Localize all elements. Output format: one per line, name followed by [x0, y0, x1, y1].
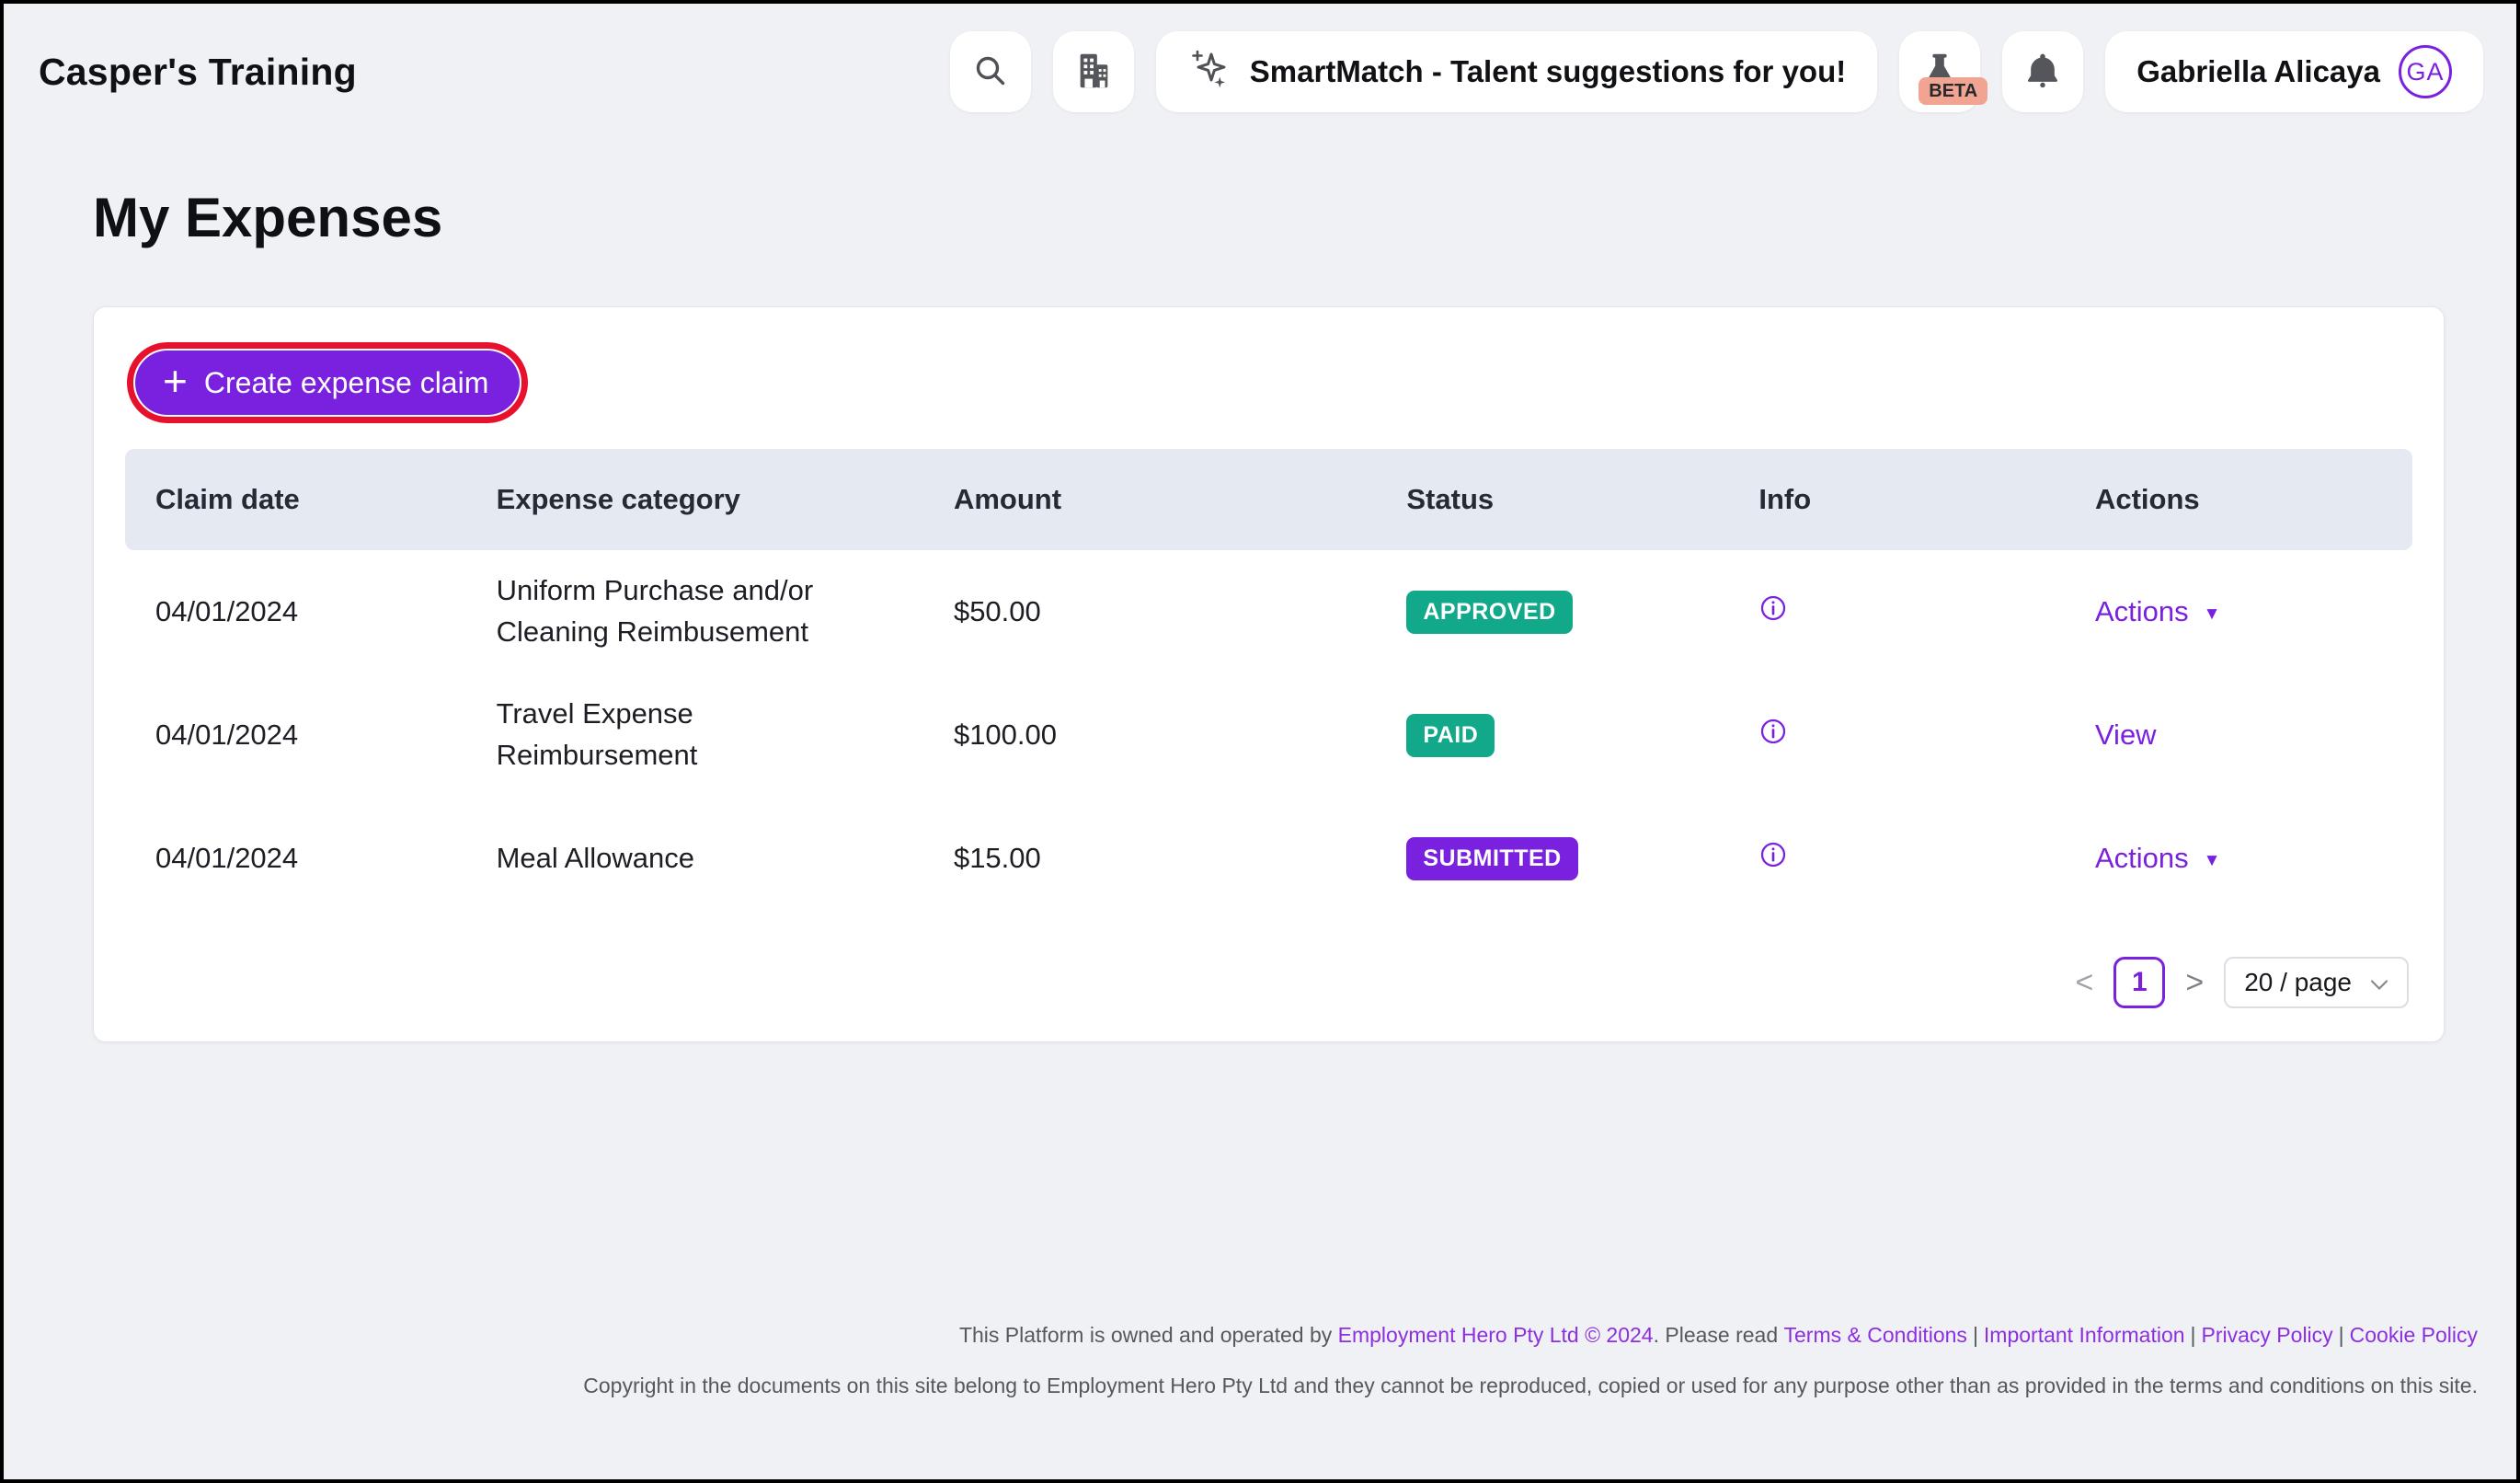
- cell-amount: $100.00: [923, 719, 1376, 752]
- cell-claim-date: 04/01/2024: [125, 719, 466, 752]
- chevron-down-icon: [2370, 968, 2388, 997]
- column-header-claim-date: Claim date: [125, 483, 466, 516]
- column-header-status: Status: [1376, 483, 1728, 516]
- row-action-label: Actions: [2095, 842, 2189, 875]
- pagination: < 1 > 20 / page: [125, 957, 2412, 1008]
- chevron-down-icon: ▼: [2204, 852, 2221, 869]
- separator: |: [1967, 1323, 1984, 1347]
- table-header-row: Claim date Expense category Amount Statu…: [125, 449, 2412, 550]
- info-icon: [1758, 717, 1788, 749]
- row-actions-dropdown[interactable]: Actions ▼: [2095, 842, 2220, 875]
- table-row: 04/01/2024 Travel Expense Reimbursement …: [125, 673, 2412, 797]
- row-action-label: Actions: [2095, 595, 2189, 628]
- app-window: Casper's Training: [0, 0, 2520, 1483]
- sparkle-icon: [1187, 46, 1231, 98]
- column-header-actions: Actions: [2065, 483, 2412, 516]
- footer-legal-line: This Platform is owned and operated by E…: [583, 1323, 2478, 1348]
- company-link[interactable]: Employment Hero Pty Ltd © 2024: [1338, 1323, 1654, 1347]
- footer-text: This Platform is owned and operated by: [959, 1323, 1338, 1347]
- info-button[interactable]: [1758, 840, 1788, 872]
- current-page-button[interactable]: 1: [2113, 957, 2165, 1008]
- create-expense-highlight-ring: + Create expense claim: [127, 342, 528, 423]
- column-header-info: Info: [1728, 483, 2065, 516]
- cell-amount: $15.00: [923, 842, 1376, 875]
- footer-copyright-line: Copyright in the documents on this site …: [583, 1374, 2478, 1398]
- terms-conditions-link[interactable]: Terms & Conditions: [1784, 1323, 1967, 1347]
- page-size-value: 20 / page: [2244, 968, 2352, 997]
- expenses-card: + Create expense claim Claim date Expens…: [93, 306, 2445, 1042]
- info-icon: [1758, 840, 1788, 872]
- beta-badge: BETA: [1919, 77, 1987, 105]
- separator: |: [2185, 1323, 2202, 1347]
- cell-claim-date: 04/01/2024: [125, 595, 466, 628]
- bell-icon: [2022, 51, 2063, 94]
- cell-claim-date: 04/01/2024: [125, 842, 466, 875]
- info-button[interactable]: [1758, 717, 1788, 749]
- footer-text: . Please read: [1654, 1323, 1784, 1347]
- cell-amount: $50.00: [923, 595, 1376, 628]
- important-information-link[interactable]: Important Information: [1984, 1323, 2185, 1347]
- row-action-label: View: [2095, 719, 2157, 752]
- notifications-button[interactable]: [2002, 31, 2083, 112]
- create-expense-claim-label: Create expense claim: [204, 366, 488, 400]
- user-name: Gabriella Alicaya: [2136, 54, 2380, 89]
- topbar-actions: SmartMatch - Talent suggestions for you!…: [950, 31, 2483, 112]
- brand-title: Casper's Training: [39, 51, 357, 94]
- privacy-policy-link[interactable]: Privacy Policy: [2202, 1323, 2333, 1347]
- column-header-expense-category: Expense category: [466, 483, 923, 516]
- user-menu-button[interactable]: Gabriella Alicaya GA: [2105, 31, 2483, 112]
- page-size-select[interactable]: 20 / page: [2224, 957, 2409, 1008]
- top-navigation-bar: Casper's Training: [4, 4, 2516, 140]
- search-icon: [970, 51, 1011, 94]
- row-view-link[interactable]: View: [2095, 719, 2157, 752]
- row-actions-dropdown[interactable]: Actions ▼: [2095, 595, 2220, 628]
- info-button[interactable]: [1758, 593, 1788, 626]
- previous-page-button[interactable]: <: [2076, 967, 2094, 998]
- status-badge: PAID: [1406, 714, 1495, 757]
- chevron-down-icon: ▼: [2204, 605, 2221, 623]
- status-badge: SUBMITTED: [1406, 837, 1577, 880]
- cell-expense-category: Meal Allowance: [466, 838, 923, 879]
- smartmatch-button[interactable]: SmartMatch - Talent suggestions for you!: [1156, 31, 1877, 112]
- beta-features-button[interactable]: BETA: [1899, 31, 1980, 112]
- table-row: 04/01/2024 Uniform Purchase and/or Clean…: [125, 550, 2412, 673]
- plus-icon: +: [163, 360, 188, 402]
- cell-expense-category: Uniform Purchase and/or Cleaning Reimbus…: [466, 570, 923, 653]
- footer: This Platform is owned and operated by E…: [583, 1323, 2478, 1398]
- smartmatch-label: SmartMatch - Talent suggestions for you!: [1250, 54, 1846, 89]
- organisation-button[interactable]: [1053, 31, 1134, 112]
- expenses-table: Claim date Expense category Amount Statu…: [125, 449, 2412, 920]
- separator: |: [2333, 1323, 2350, 1347]
- info-icon: [1758, 593, 1788, 626]
- next-page-button[interactable]: >: [2185, 967, 2204, 998]
- building-icon: [1072, 50, 1115, 95]
- avatar: GA: [2399, 45, 2452, 98]
- status-badge: APPROVED: [1406, 591, 1572, 634]
- cell-expense-category: Travel Expense Reimbursement: [466, 694, 923, 776]
- page-title: My Expenses: [93, 186, 2516, 249]
- column-header-amount: Amount: [923, 483, 1376, 516]
- table-row: 04/01/2024 Meal Allowance $15.00 SUBMITT…: [125, 797, 2412, 920]
- cookie-policy-link[interactable]: Cookie Policy: [2350, 1323, 2478, 1347]
- search-button[interactable]: [950, 31, 1031, 112]
- create-expense-claim-button[interactable]: + Create expense claim: [135, 351, 520, 415]
